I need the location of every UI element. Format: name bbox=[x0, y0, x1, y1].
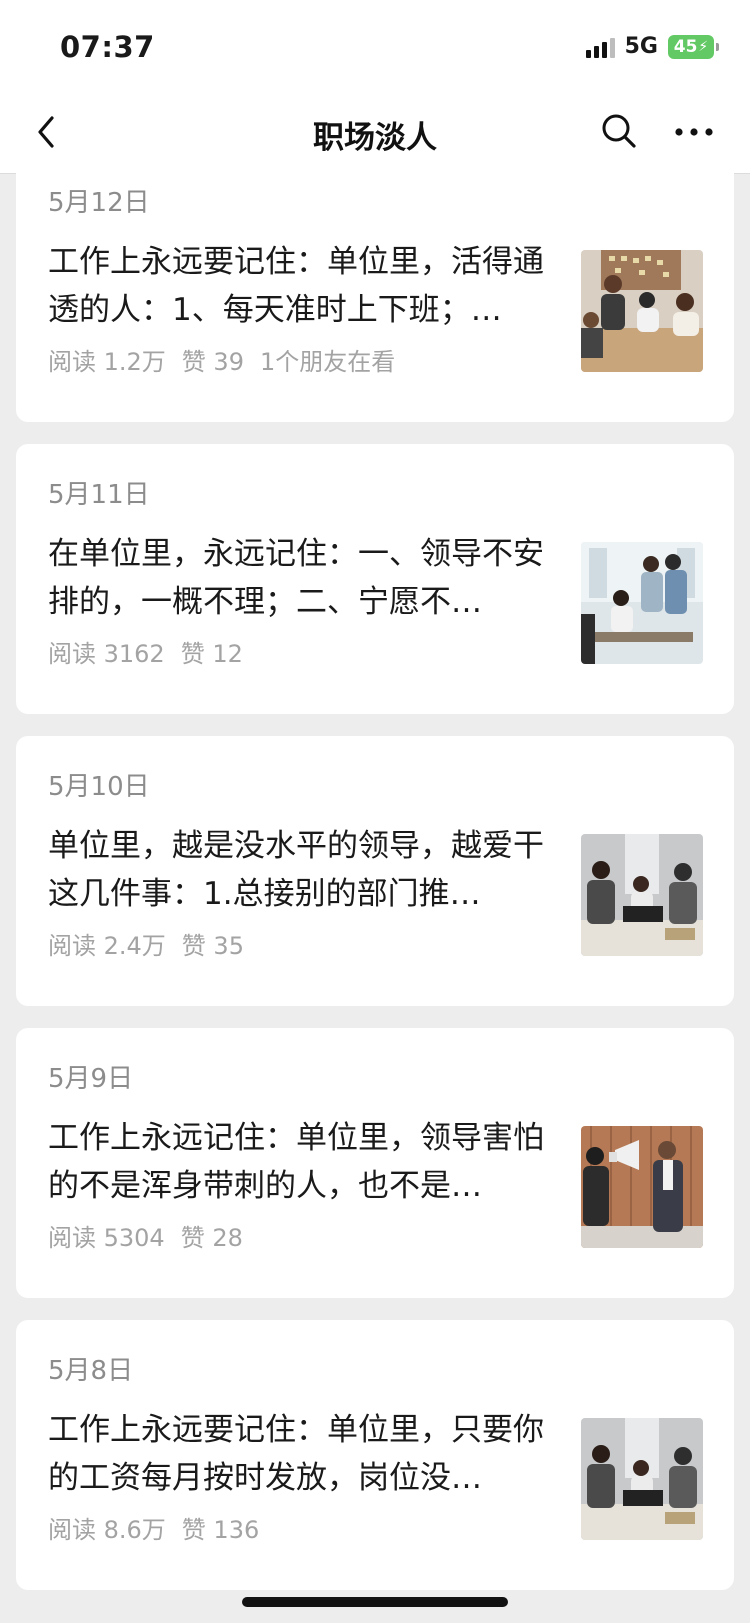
home-indicator[interactable] bbox=[242, 1597, 508, 1607]
like-count: 赞 39 bbox=[181, 348, 244, 376]
office-conflict-photo[interactable] bbox=[581, 834, 703, 956]
network-label: 5G bbox=[624, 34, 658, 59]
article-card[interactable]: 5月9日 工作上永远记住：单位里，领导害怕的不是浑身带刺的人，也不是… 阅读 5… bbox=[16, 1028, 734, 1298]
article-card[interactable]: 5月12日 工作上永远要记住：单位里，活得通透的人：1、每天准时上下班；… 阅读… bbox=[16, 152, 734, 422]
like-count: 赞 35 bbox=[181, 932, 244, 960]
article-title[interactable]: 单位里，越是没水平的领导，越爱干这几件事：1.总接别的部门推… bbox=[48, 822, 568, 918]
article-meta: 阅读 3162 赞 12 bbox=[48, 634, 259, 669]
like-count: 赞 136 bbox=[181, 1516, 260, 1544]
more-icon bbox=[675, 128, 713, 136]
article-meta: 阅读 1.2万赞 39 1个朋友在看 bbox=[48, 342, 411, 377]
signal-icon bbox=[585, 36, 615, 58]
more-button[interactable] bbox=[672, 114, 716, 150]
team-discussion-photo[interactable] bbox=[581, 542, 703, 664]
read-count: 阅读 8.6万 bbox=[48, 1516, 166, 1544]
article-date: 5月10日 bbox=[48, 772, 150, 802]
article-title[interactable]: 在单位里，永远记住：一、领导不安排的，一概不理；二、宁愿不… bbox=[48, 530, 568, 626]
article-card[interactable]: 5月11日 在单位里，永远记住：一、领导不安排的，一概不理；二、宁愿不… 阅读 … bbox=[16, 444, 734, 714]
article-date: 5月9日 bbox=[48, 1064, 134, 1094]
article-card[interactable]: 5月10日 单位里，越是没水平的领导，越爱干这几件事：1.总接别的部门推… 阅读… bbox=[16, 736, 734, 1006]
article-meta: 阅读 2.4万赞 35 bbox=[48, 926, 260, 961]
read-count: 阅读 5304 bbox=[48, 1224, 165, 1252]
office-meeting-photo[interactable] bbox=[581, 250, 703, 372]
like-count: 赞 28 bbox=[180, 1224, 243, 1252]
like-count: 赞 12 bbox=[180, 640, 243, 668]
article-title[interactable]: 工作上永远记住：单位里，领导害怕的不是浑身带刺的人，也不是… bbox=[48, 1114, 568, 1210]
article-meta: 阅读 5304 赞 28 bbox=[48, 1218, 259, 1253]
article-title[interactable]: 工作上永远要记住：单位里，活得通透的人：1、每天准时上下班；… bbox=[48, 238, 568, 334]
article-date: 5月8日 bbox=[48, 1356, 134, 1386]
battery-level: 45 bbox=[673, 36, 698, 57]
article-meta: 阅读 8.6万赞 136 bbox=[48, 1510, 275, 1545]
article-date: 5月11日 bbox=[48, 480, 150, 510]
status-time: 07:37 bbox=[60, 30, 155, 64]
office-conflict-photo[interactable] bbox=[581, 1418, 703, 1540]
search-icon bbox=[602, 114, 636, 148]
friends-reading: 1个朋友在看 bbox=[259, 348, 396, 376]
read-count: 阅读 1.2万 bbox=[48, 348, 166, 376]
article-title[interactable]: 工作上永远要记住：单位里，只要你的工资每月按时发放，岗位没… bbox=[48, 1406, 568, 1502]
read-count: 阅读 2.4万 bbox=[48, 932, 166, 960]
article-card[interactable]: 5月8日 工作上永远要记住：单位里，只要你的工资每月按时发放，岗位没… 阅读 8… bbox=[16, 1320, 734, 1590]
battery-icon: 45 ⚡ bbox=[668, 34, 719, 59]
megaphone-boss-photo[interactable] bbox=[581, 1126, 703, 1248]
status-bar: 07:37 5G 45 ⚡ bbox=[0, 0, 750, 92]
status-indicators: 5G 45 ⚡ bbox=[585, 34, 719, 59]
article-date: 5月12日 bbox=[48, 188, 150, 218]
search-button[interactable] bbox=[598, 110, 640, 152]
read-count: 阅读 3162 bbox=[48, 640, 165, 668]
